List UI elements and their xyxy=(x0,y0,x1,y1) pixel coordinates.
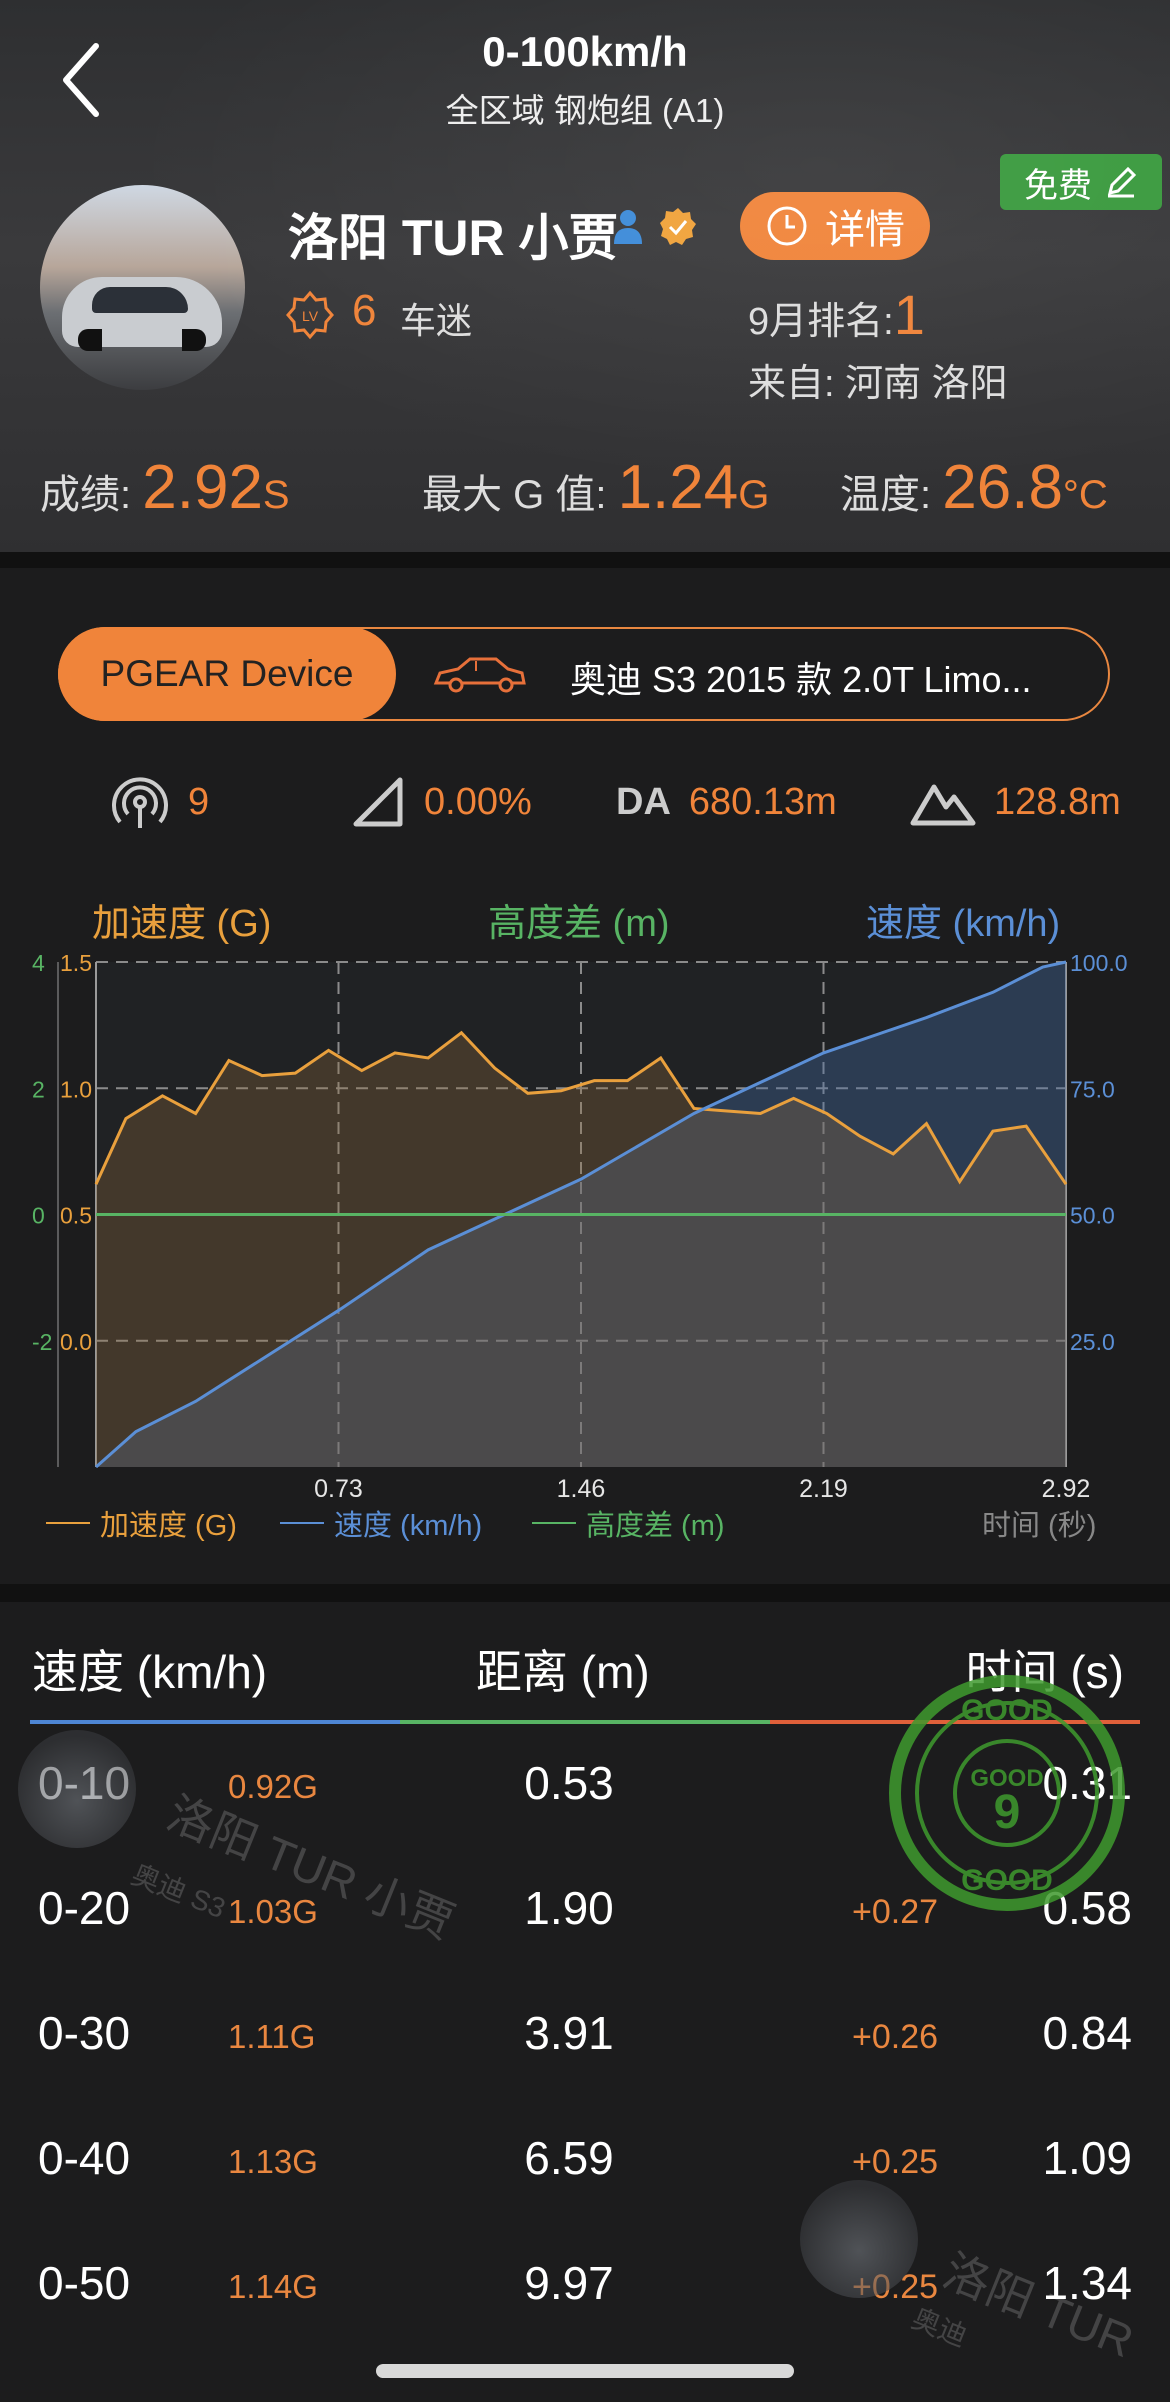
user-icon xyxy=(614,210,642,244)
y-tick-label-speed: 50.0 xyxy=(1070,1203,1115,1229)
page-subtitle: 全区域 钢炮组 (A1) xyxy=(445,92,725,129)
col-speed-underline xyxy=(30,1720,400,1724)
y-tick-label-altitude: 2 xyxy=(32,1076,45,1102)
x-tick-label: 1.46 xyxy=(557,1475,606,1500)
watermark-avatar xyxy=(18,1730,136,1848)
y-tick-label-accel: 0.5 xyxy=(60,1203,92,1229)
legend-speed: 速度 (km/h) xyxy=(280,1502,482,1544)
x-tick-label: 0.73 xyxy=(314,1475,363,1500)
chart-header-accel: 加速度 (G) xyxy=(92,903,272,945)
y-tick-label-speed: 100.0 xyxy=(1070,950,1128,976)
row-range: 0-30 xyxy=(38,2007,131,2059)
verified-badge-icon xyxy=(660,208,696,245)
car-icon xyxy=(433,657,526,693)
y-tick-label-speed: 25.0 xyxy=(1070,1329,1115,1355)
detail-button[interactable]: 详情 xyxy=(740,192,930,260)
username: 洛阳 TUR 小贾 xyxy=(288,210,619,266)
svg-text:GOOD: GOOD xyxy=(961,1694,1053,1727)
level-badge-icon: LV xyxy=(286,290,334,340)
chart-header-speed: 速度 (km/h) xyxy=(866,903,1061,945)
level-name: 车迷 xyxy=(400,300,473,341)
level-number: 6 xyxy=(352,286,377,335)
row-distance: 9.97 xyxy=(524,2257,614,2309)
device-bar[interactable]: PGEAR Device 奥迪 S3 2015 款 2.0T Limo... xyxy=(58,627,1110,721)
score-value: 2.92 xyxy=(142,453,263,522)
row-time: 0.84 xyxy=(1042,2007,1132,2059)
free-label: 免费 xyxy=(1024,166,1092,205)
row-range: 0-40 xyxy=(38,2132,131,2184)
slope-icon xyxy=(353,777,403,827)
altitude-info: 128.8m xyxy=(910,772,1121,832)
avatar[interactable] xyxy=(40,185,245,390)
watermark-avatar xyxy=(800,2180,918,2298)
y-tick-label-accel: 1.0 xyxy=(60,1076,92,1102)
rank-value: 1 xyxy=(893,283,925,346)
da-label: DA xyxy=(616,780,671,823)
row-distance: 3.91 xyxy=(524,2007,614,2059)
legend-altitude: 高度差 (m) xyxy=(532,1502,725,1544)
page-title: 0-100km/h xyxy=(482,28,688,75)
x-axis-label: 时间 (秒) xyxy=(982,1510,1097,1542)
col-speed-header: 速度 (km/h) xyxy=(32,1646,268,1698)
row-delta: +0.25 xyxy=(852,2143,939,2181)
svg-text:LV: LV xyxy=(302,308,319,324)
x-tick-label: 2.92 xyxy=(1042,1475,1091,1500)
location: 来自: 河南 洛阳 xyxy=(748,363,1008,405)
svg-text:GOOD: GOOD xyxy=(961,1864,1053,1897)
slope-value: 0.00% xyxy=(424,780,532,823)
mountain-icon xyxy=(910,784,976,826)
back-icon[interactable] xyxy=(58,40,108,120)
svg-text:9: 9 xyxy=(994,1786,1021,1839)
score-stat: 成绩: 2.92S xyxy=(40,453,290,522)
temperature-value: 26.8 xyxy=(942,453,1063,522)
row-g-value: 1.14G xyxy=(228,2268,318,2305)
row-time: 1.09 xyxy=(1042,2132,1132,2184)
legend-accel: 加速度 (G) xyxy=(46,1502,237,1544)
y-tick-label-speed: 75.0 xyxy=(1070,1076,1115,1102)
performance-chart: 0.73 1.46 2.19 2.92 4 1.5 100.0 2 1.0 75.0 0 0.5 50.… xyxy=(32,950,1128,1500)
row-distance: 0.53 xyxy=(524,1757,614,1809)
device-pill[interactable]: PGEAR Device xyxy=(58,627,396,721)
row-range: 0-20 xyxy=(38,1882,131,1934)
car-name: 奥迪 S3 2015 款 2.0T Limo... xyxy=(570,659,1032,700)
good-stamp-icon: GOOD GOOD 9 GOOD xyxy=(889,1675,1125,1911)
satellite-count: 9 xyxy=(188,780,210,823)
clock-icon xyxy=(767,206,807,246)
slope-info: 0.00% xyxy=(350,772,532,832)
row-g-value: 1.11G xyxy=(228,2018,316,2055)
edit-icon xyxy=(1107,166,1137,198)
density-altitude-info: DA 680.13m xyxy=(616,772,837,832)
monthly-rank: 9月排名:1 xyxy=(748,283,925,346)
y-tick-label-altitude: 4 xyxy=(32,950,45,976)
table-row: 0-30 1.11G 3.91 +0.26 0.84 xyxy=(0,1976,1170,2100)
col-distance-underline xyxy=(400,1720,770,1724)
chart-header-altitude: 高度差 (m) xyxy=(488,903,670,945)
col-distance-header: 距离 (m) xyxy=(476,1646,650,1698)
row-g-value: 1.13G xyxy=(228,2143,318,2180)
x-tick-label: 2.19 xyxy=(799,1475,848,1500)
row-delta: +0.26 xyxy=(852,2018,939,2056)
divider xyxy=(0,1584,1170,1602)
signal-icon xyxy=(112,777,168,828)
row-distance: 6.59 xyxy=(524,2132,614,2184)
y-tick-label-altitude: 0 xyxy=(32,1203,45,1229)
y-tick-label-altitude: -2 xyxy=(32,1329,52,1355)
header: 0-100km/h 全区域 钢炮组 (A1) 免费 洛阳 TUR 小贾 详情 L… xyxy=(0,0,1170,552)
row-g-value: 1.03G xyxy=(228,1893,318,1930)
table-row: 0-40 1.13G 6.59 +0.25 1.09 xyxy=(0,2101,1170,2225)
y-tick-label-accel: 1.5 xyxy=(60,950,92,976)
divider xyxy=(0,552,1170,568)
row-distance: 1.90 xyxy=(524,1882,614,1934)
temperature-stat: 温度: 26.8°C xyxy=(840,453,1108,522)
da-value: 680.13m xyxy=(688,780,837,823)
free-button[interactable]: 免费 xyxy=(1000,154,1162,210)
max-g-stat: 最大 G 值: 1.24G xyxy=(422,453,770,522)
home-indicator[interactable] xyxy=(376,2364,794,2378)
satellite-info: 9 xyxy=(110,772,209,832)
row-range: 0-50 xyxy=(38,2257,131,2309)
detail-label: 详情 xyxy=(825,208,905,252)
altitude-value: 128.8m xyxy=(994,780,1121,823)
y-tick-label-accel: 0.0 xyxy=(60,1329,92,1355)
max-g-value: 1.24 xyxy=(617,453,739,522)
